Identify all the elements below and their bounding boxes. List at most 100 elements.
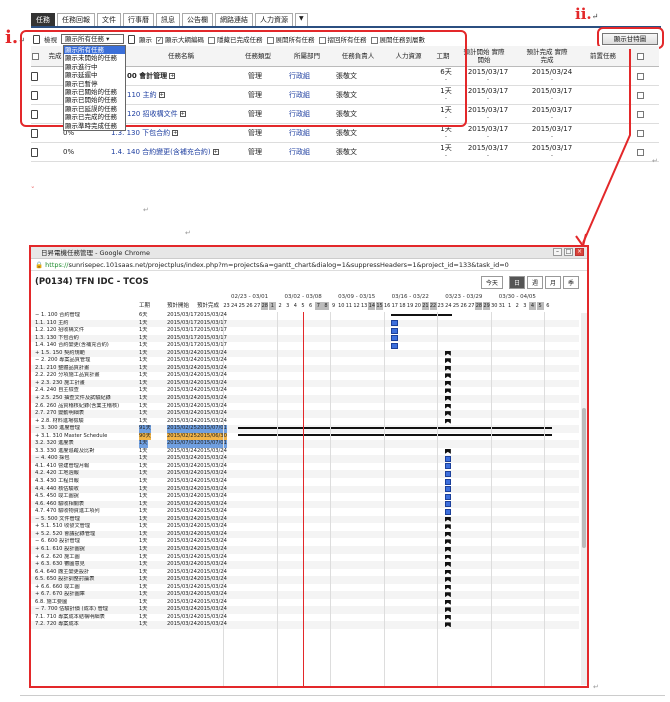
task-bar[interactable]: [391, 327, 398, 334]
gantt-task-name[interactable]: + 6.1. 610 設計圖說: [35, 546, 135, 554]
dropdown-option[interactable]: 顯示未開始的任務: [64, 54, 125, 62]
task-row-checkbox[interactable]: [637, 129, 644, 137]
gantt-row[interactable]: − 4. 400 採包 1天 2015/03/24 2015/03/24: [31, 455, 579, 463]
dropdown-option[interactable]: 顯示已開始的任務: [64, 96, 125, 104]
milestone-marker[interactable]: [444, 607, 451, 613]
gantt-row[interactable]: + 6.2. 620 施工圖 1天 2015/03/24 2015/03/24: [31, 554, 579, 562]
show-gantt-button[interactable]: 顯示甘特圖: [602, 33, 658, 45]
gantt-task-name[interactable]: 2.6. 260 品質稽核紀錄(含業主稽核): [35, 403, 135, 411]
gantt-row[interactable]: 4.6. 460 驗收相關表 1天 2015/03/24 2015/03/24: [31, 500, 579, 509]
gantt-task-name[interactable]: 1.1. 110 主約: [35, 320, 135, 328]
maximize-icon[interactable]: □: [564, 248, 573, 256]
task-bar[interactable]: [391, 320, 398, 327]
gantt-task-name[interactable]: + 2.5. 250 抽查文件及試驗紀錄: [35, 395, 135, 403]
close-icon[interactable]: ×: [575, 248, 584, 256]
gantt-row[interactable]: + 3.1. 310 Master Schedule 90天 2015/02/25 2…: [31, 432, 579, 441]
view-button[interactable]: 今天: [480, 276, 503, 289]
task-bar[interactable]: [444, 493, 452, 500]
milestone-marker[interactable]: [444, 373, 451, 379]
view-button[interactable]: 週: [526, 276, 543, 289]
gantt-row[interactable]: 6.5. 650 設計調整討論表 1天 2015/03/24 2015/03/24: [31, 576, 579, 584]
dropdown-option[interactable]: 顯示已完成的任務: [64, 113, 125, 121]
milestone-marker[interactable]: [444, 403, 451, 409]
task-bar[interactable]: [444, 508, 452, 515]
dropdown-option[interactable]: 顯示進行中: [64, 63, 125, 71]
gantt-task-name[interactable]: 3.3. 330 進度追蹤及比對: [35, 448, 135, 456]
gantt-task-name[interactable]: + 5.2. 520 會議記錄管理: [35, 531, 135, 539]
milestone-marker[interactable]: [444, 524, 451, 530]
gantt-row[interactable]: 4.3. 430 工程日報 1天 2015/03/24 2015/03/24: [31, 478, 579, 486]
gantt-task-name[interactable]: 4.7. 470 驗收物資進工項列: [35, 508, 135, 516]
task-bar[interactable]: [444, 463, 452, 470]
milestone-marker[interactable]: [444, 546, 451, 552]
gantt-row[interactable]: − 3. 300 進度管理 91天 2015/02/25 2015/07/01: [31, 425, 579, 433]
task-bar[interactable]: [391, 342, 398, 349]
milestone-marker[interactable]: [444, 365, 451, 371]
gantt-row[interactable]: 7.2. 720 專案成本 1天 2015/03/24 2015/03/24: [31, 621, 579, 629]
gantt-row[interactable]: 6.4. 640 廠主變更設計 1天 2015/03/24 2015/03/24: [31, 569, 579, 577]
milestone-marker[interactable]: [444, 614, 451, 620]
task-row-checkbox[interactable]: [637, 91, 644, 99]
gantt-row[interactable]: 1.4. 140 合約變更(含補充合約) 1天 2015/03/17 2015/03/…: [31, 342, 579, 350]
view-button[interactable]: 季: [562, 276, 579, 289]
gantt-task-name[interactable]: + 1.5. 150 契約規範: [35, 350, 135, 358]
milestone-marker[interactable]: [444, 396, 451, 402]
task-row-checkbox[interactable]: [637, 110, 644, 118]
gantt-task-name[interactable]: − 7. 700 估驗計價 (成本) 管理: [35, 606, 135, 614]
gantt-task-name[interactable]: − 4. 400 採包: [35, 455, 135, 463]
milestone-marker[interactable]: [444, 531, 451, 537]
tab-more-dropdown[interactable]: ▼: [295, 13, 308, 26]
gantt-row[interactable]: + 5.2. 520 會議記錄管理 1天 2015/03/24 2015/03/24: [31, 530, 579, 539]
milestone-marker[interactable]: [444, 350, 451, 356]
gantt-row[interactable]: + 2.8. 材料進場檢驗 1天 2015/03/24 2015/03/24: [31, 418, 579, 426]
gantt-row[interactable]: + 6.1. 610 設計圖說 1天 2015/03/24 2015/03/24: [31, 545, 579, 554]
gantt-task-name[interactable]: − 6. 600 設計管理: [35, 538, 135, 546]
view-button[interactable]: 月: [544, 276, 561, 289]
vertical-scrollbar[interactable]: [581, 313, 587, 685]
milestone-marker[interactable]: [444, 516, 451, 522]
gantt-task-name[interactable]: + 3.1. 310 Master Schedule: [35, 433, 135, 441]
gantt-task-name[interactable]: 6.5. 650 設計調整討論表: [35, 576, 135, 584]
gantt-task-name[interactable]: + 6.3. 630 審圖意見: [35, 561, 135, 569]
gantt-task-name[interactable]: 4.3. 430 工程日報: [35, 478, 135, 486]
gantt-row[interactable]: − 2. 200 專案品質管理 1天 2015/03/24 2015/03/24: [31, 357, 579, 365]
gantt-task-name[interactable]: − 1. 100 合約管理: [35, 312, 135, 320]
gantt-row[interactable]: 6.8. 施工要圖 1天 2015/03/24 2015/03/24: [31, 599, 579, 607]
summary-bar[interactable]: [238, 426, 552, 429]
gantt-row[interactable]: 4.7. 470 驗收物資進工項列 1天 2015/03/24 2015/03/24: [31, 508, 579, 516]
gantt-task-name[interactable]: 7.1. 710 專案成本結構明細表: [35, 614, 135, 622]
gantt-task-name[interactable]: 4.2. 420 工地週報: [35, 470, 135, 478]
gantt-task-name[interactable]: + 6.6. 660 竣工圖: [35, 584, 135, 592]
expand-icon[interactable]: +: [172, 130, 179, 136]
milestone-marker[interactable]: [444, 411, 451, 417]
gantt-task-name[interactable]: 7.2. 720 專案成本: [35, 621, 135, 629]
gantt-task-name[interactable]: 2.1. 210 整體品質計畫: [35, 365, 135, 373]
gantt-task-name[interactable]: 1.2. 120 招收構文件: [35, 327, 135, 335]
gantt-row[interactable]: 3.3. 330 進度追蹤及比對 1天 2015/03/24 2015/03/24: [31, 448, 579, 456]
tab-5[interactable]: 訊息: [156, 13, 180, 26]
summary-bar[interactable]: [238, 434, 552, 437]
tab-4[interactable]: 行事曆: [123, 13, 154, 26]
tab-8[interactable]: 人力資源: [255, 13, 293, 26]
gantt-task-name[interactable]: − 2. 200 專案品質管理: [35, 357, 135, 365]
gantt-task-name[interactable]: 6.8. 施工要圖: [35, 599, 135, 607]
gantt-task-name[interactable]: 4.4. 440 核估驗收: [35, 486, 135, 494]
task-name[interactable]: 1.4. 140 合約變更(含補充合約): [111, 147, 211, 157]
gantt-row[interactable]: − 5. 500 文件管理 1天 2015/03/24 2015/03/24: [31, 515, 579, 524]
gantt-task-name[interactable]: 4.5. 450 竣工圖說: [35, 493, 135, 501]
gantt-task-name[interactable]: + 2.8. 材料進場檢驗: [35, 418, 135, 426]
gantt-row[interactable]: 2.2. 220 分項施工品質計畫 1天 2015/03/24 2015/03/24: [31, 372, 579, 380]
gantt-row[interactable]: 4.5. 450 竣工圖說 1天 2015/03/24 2015/03/24: [31, 493, 579, 501]
task-doc-icon[interactable]: [31, 128, 38, 138]
milestone-marker[interactable]: [444, 562, 451, 568]
milestone-marker[interactable]: [444, 592, 451, 598]
gantt-task-name[interactable]: − 5. 500 文件管理: [35, 516, 135, 524]
tab-3[interactable]: 文件: [97, 13, 121, 26]
milestone-marker[interactable]: [444, 448, 451, 454]
gantt-row[interactable]: + 5.1. 510 收發文管理 1天 2015/03/24 2015/03/24: [31, 523, 579, 531]
summary-bar[interactable]: [391, 313, 453, 316]
dropdown-option[interactable]: 顯示準時完成任務: [64, 122, 125, 130]
gantt-row[interactable]: + 6.6. 660 竣工圖 1天 2015/03/24 2015/03/24: [31, 584, 579, 592]
milestone-marker[interactable]: [444, 388, 451, 394]
gantt-task-name[interactable]: 2.4. 240 自主檢查: [35, 387, 135, 395]
